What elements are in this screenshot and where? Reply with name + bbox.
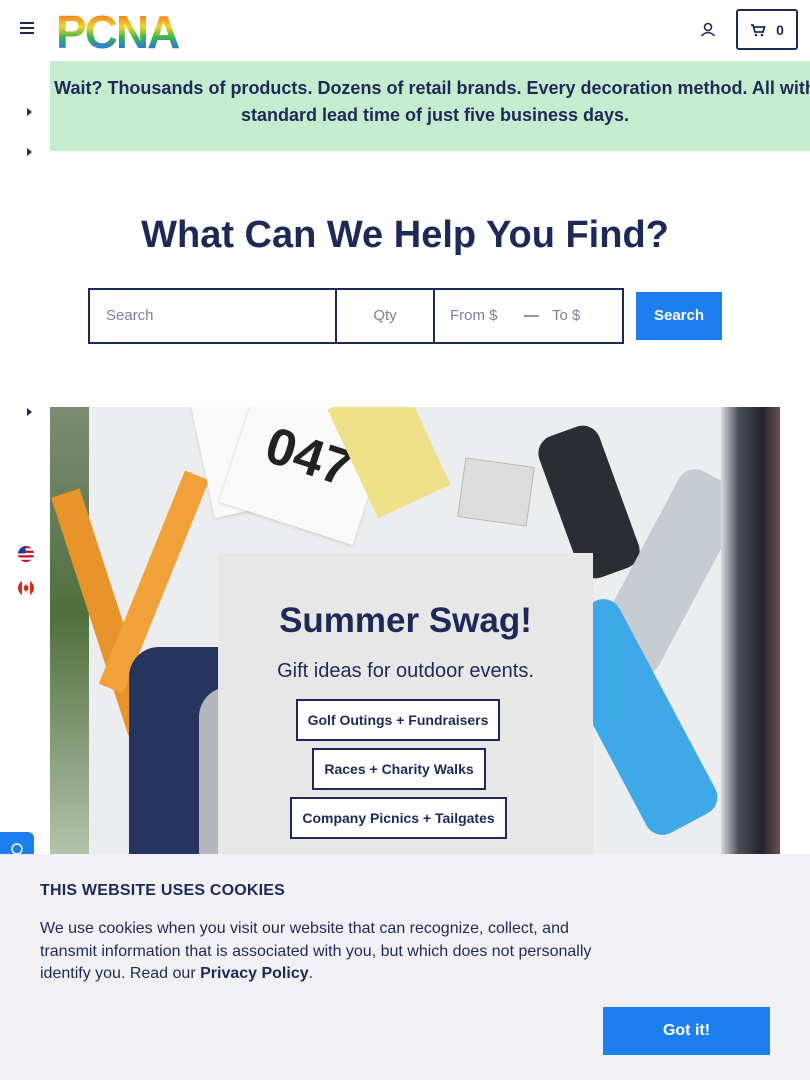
page-title: What Can We Help You Find? bbox=[141, 214, 669, 256]
us-flag-icon[interactable] bbox=[18, 546, 34, 562]
price-range-separator: — bbox=[524, 307, 539, 324]
cookie-title: THIS WEBSITE USES COOKIES bbox=[40, 882, 286, 899]
company-picnics-button[interactable]: Company Picnics + Tailgates bbox=[290, 797, 507, 839]
price-to-input[interactable]: To $ bbox=[552, 290, 612, 342]
promo-banner: y Wait? Thousands of products. Dozens of… bbox=[50, 61, 810, 151]
search-form: Search Qty From $ — To $ bbox=[88, 288, 624, 344]
privacy-policy-link[interactable]: Privacy Policy bbox=[200, 965, 309, 982]
hero-slide-next[interactable] bbox=[721, 407, 780, 867]
site-header: PCNA 0 bbox=[0, 0, 810, 60]
golf-outings-button[interactable]: Golf Outings + Fundraisers bbox=[296, 699, 500, 741]
divider bbox=[433, 290, 435, 342]
hero-title: Summer Swag! bbox=[279, 601, 532, 640]
search-button[interactable]: Search bbox=[636, 292, 722, 340]
chevron-right-icon[interactable] bbox=[24, 106, 34, 118]
hero-slide-prev[interactable] bbox=[50, 407, 89, 867]
page: PCNA 0 y Wait? Thousands of products. Do… bbox=[0, 0, 810, 1080]
cookie-text: We use cookies when you visit our websit… bbox=[40, 918, 610, 986]
cookie-banner: THIS WEBSITE USES COOKIES We use cookies… bbox=[0, 854, 810, 1080]
cart-count: 0 bbox=[776, 21, 784, 38]
hero-card: Summer Swag! Gift ideas for outdoor even… bbox=[218, 553, 593, 867]
hero-carousel: 047 Summer Swag! Gift ideas for outdoor … bbox=[50, 407, 780, 867]
search-input[interactable]: Search bbox=[106, 290, 326, 342]
races-charity-walks-button[interactable]: Races + Charity Walks bbox=[312, 748, 486, 790]
pin-box-image bbox=[457, 457, 535, 527]
cookie-suffix: . bbox=[308, 965, 314, 982]
promo-banner-text: y Wait? Thousands of products. Dozens of… bbox=[50, 78, 810, 125]
price-from-input[interactable]: From $ bbox=[450, 290, 510, 342]
chevron-right-icon[interactable] bbox=[24, 406, 34, 418]
menu-icon[interactable] bbox=[20, 22, 36, 38]
pcna-logo[interactable]: PCNA bbox=[56, 10, 208, 50]
accept-cookies-button[interactable]: Got it! bbox=[603, 1007, 770, 1055]
canada-flag-icon[interactable] bbox=[18, 580, 34, 596]
svg-text:PCNA: PCNA bbox=[56, 10, 179, 50]
cookie-message: We use cookies when you visit our websit… bbox=[40, 920, 592, 982]
hero-subtitle: Gift ideas for outdoor events. bbox=[277, 660, 534, 682]
chevron-right-icon[interactable] bbox=[24, 146, 34, 158]
user-icon[interactable] bbox=[698, 20, 718, 40]
cart-button[interactable]: 0 bbox=[736, 9, 798, 50]
qty-input[interactable]: Qty bbox=[337, 290, 433, 342]
cart-icon bbox=[751, 23, 766, 36]
